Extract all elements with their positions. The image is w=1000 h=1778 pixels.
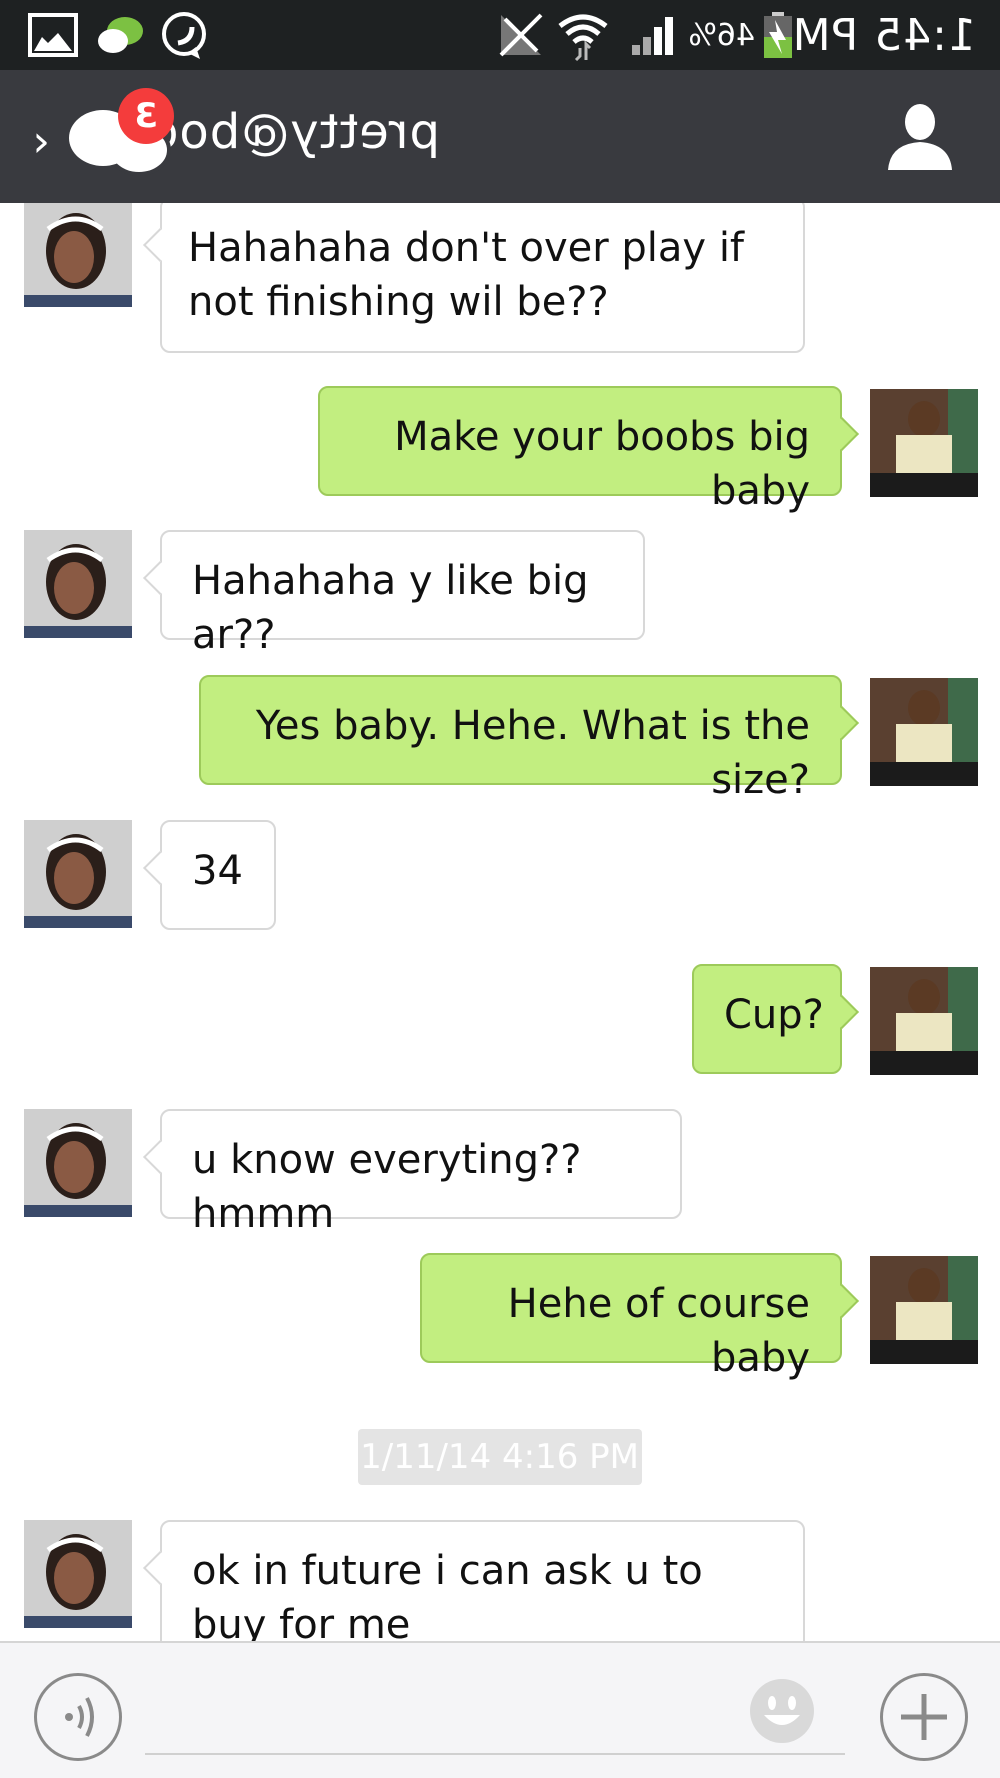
emoji-icon[interactable]: [748, 1677, 816, 1745]
message-text: Yes baby. Hehe. What is the size?: [255, 703, 810, 803]
unread-badge: 3: [118, 88, 174, 144]
wechat-icon: [95, 0, 145, 70]
profile-icon[interactable]: [880, 100, 960, 175]
gallery-icon: [28, 0, 78, 70]
my-avatar[interactable]: [870, 1256, 978, 1364]
message-text: Hahahaha don't over play if not finishin…: [188, 225, 745, 325]
message-text: Make your boobs big baby: [394, 414, 810, 514]
battery-charging-icon: [761, 0, 795, 70]
my-avatar[interactable]: [870, 678, 978, 786]
plus-icon[interactable]: [880, 1673, 968, 1761]
back-chevron-icon[interactable]: ‹: [32, 116, 50, 167]
message-bubble-received[interactable]: Hahahaha don't over play if not finishin…: [160, 203, 805, 353]
chat-header: pretty@boo 3 ‹: [0, 70, 1000, 203]
contact-avatar[interactable]: [24, 1520, 132, 1628]
voice-icon[interactable]: [34, 1673, 122, 1761]
wifi-icon: [556, 0, 610, 70]
my-avatar[interactable]: [870, 389, 978, 497]
whatsapp-icon: [158, 0, 210, 70]
message-text: Cup?: [724, 992, 824, 1038]
status-bar: 1:45 PM 46%: [0, 0, 1000, 70]
message-bubble-sent[interactable]: Hehe of course baby: [420, 1253, 842, 1381]
message-text: ok in future i can ask u to buy for me: [192, 1548, 703, 1641]
message-text: Hahahaha y like big ar??: [192, 558, 589, 658]
message-input[interactable]: [145, 1753, 845, 1755]
signal-icon: [627, 0, 675, 70]
timestamp-text: 1/11/14 4:16 PM: [360, 1437, 640, 1477]
message-bubble-received[interactable]: ok in future i can ask u to buy for me: [160, 1520, 805, 1641]
message-bubble-sent[interactable]: Cup?: [692, 964, 842, 1074]
chat-title: pretty@boo: [148, 104, 440, 160]
contact-avatar[interactable]: [24, 820, 132, 928]
message-text: 34: [192, 848, 243, 894]
message-bubble-sent[interactable]: Yes baby. Hehe. What is the size?: [199, 675, 842, 803]
message-text: u know everyting??hmmm: [192, 1137, 582, 1237]
message-text: Hehe of course baby: [507, 1281, 810, 1381]
my-avatar[interactable]: [870, 967, 978, 1075]
message-bubble-received[interactable]: 34: [160, 820, 276, 930]
input-bar: [0, 1641, 1000, 1778]
message-list[interactable]: Hahahaha don't over play if not finishin…: [0, 203, 1000, 1641]
no-sim-icon: [497, 0, 545, 70]
message-bubble-sent[interactable]: Make your boobs big baby: [318, 386, 842, 514]
contact-avatar[interactable]: [24, 203, 132, 307]
contact-avatar[interactable]: [24, 1109, 132, 1217]
message-bubble-received[interactable]: Hahahaha y like big ar??: [160, 530, 645, 658]
status-time: 1:45 PM: [791, 9, 976, 61]
timestamp-divider: 1/11/14 4:16 PM: [358, 1429, 642, 1485]
contact-avatar[interactable]: [24, 530, 132, 638]
message-bubble-received[interactable]: u know everyting??hmmm: [160, 1109, 682, 1237]
battery-percent: 46%: [688, 17, 755, 53]
chat-screen: 1:45 PM 46% pretty@boo 3 ‹ Hahahaha don'…: [0, 0, 1000, 1778]
